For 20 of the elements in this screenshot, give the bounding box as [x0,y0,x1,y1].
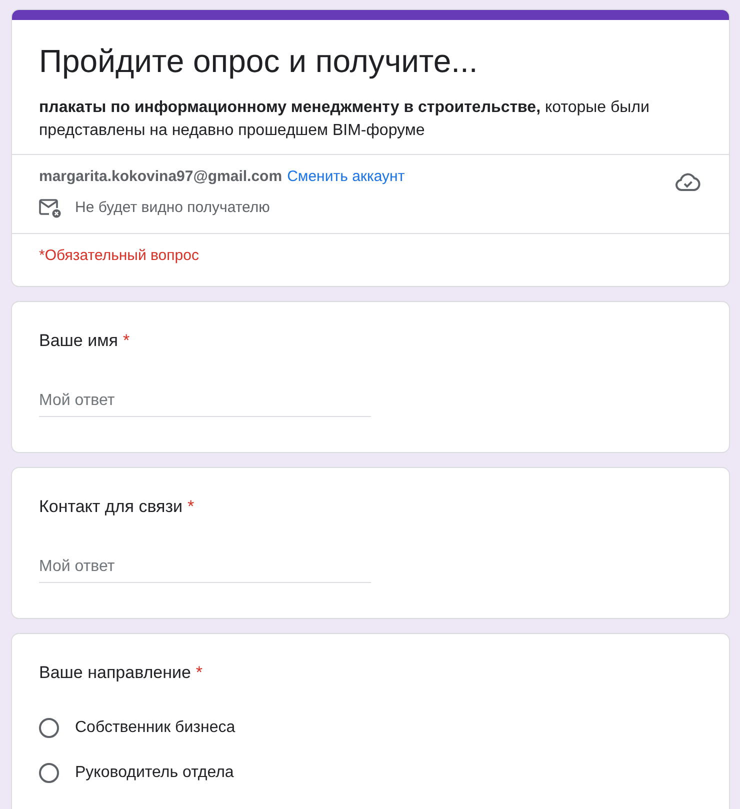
form-description: плакаты по информационному менеджменту в строительстве, которые были представлены на недавно прошедшем BIM-форуме [39,98,650,141]
mail-crossed-icon [39,198,61,218]
cloud-check-icon [675,171,701,191]
required-mark: * [188,496,194,518]
form-title: Пройдите опрос и получите... [39,42,479,81]
privacy-note: Не будет видно получателю [75,198,270,218]
answer-field[interactable]: Мой ответ [39,554,371,583]
answer-field[interactable]: Мой ответ [39,388,371,417]
radio-button[interactable] [39,762,59,782]
question-label: Ваше направление [39,662,191,684]
question-label: Контакт для связи [39,496,183,518]
required-note: *Обязательный вопрос [39,247,199,264]
option-label[interactable]: Собственник бизнеса [75,716,236,738]
radio-button[interactable] [39,718,59,738]
required-mark: * [123,330,130,352]
option-label[interactable]: Руководитель отдела [75,762,234,784]
required-mark: * [196,662,203,684]
account-email: margarita.kokovina97@gmail.com [39,167,282,187]
switch-account-link[interactable]: Сменить аккаунт [287,167,405,187]
question-label: Ваше имя [39,330,118,352]
